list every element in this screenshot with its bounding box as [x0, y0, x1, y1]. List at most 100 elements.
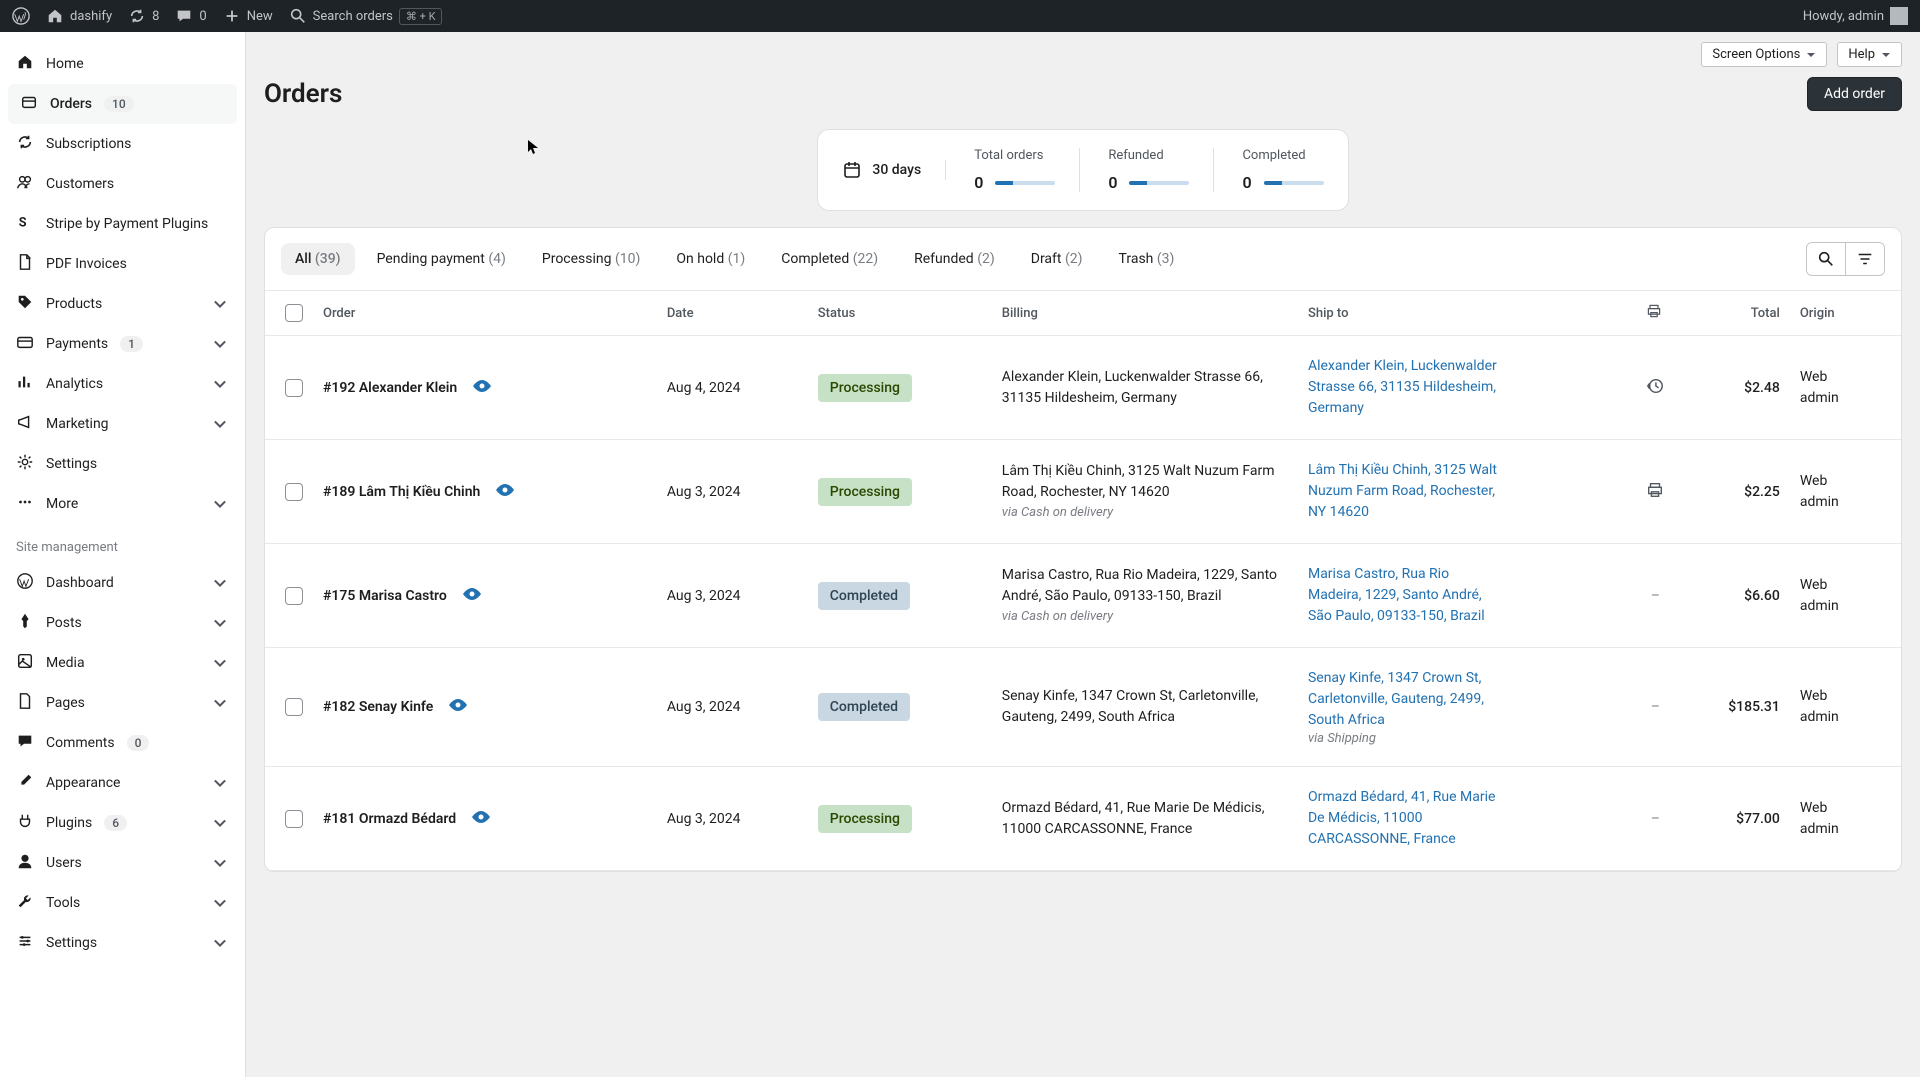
select-all-checkbox[interactable]: [285, 304, 303, 322]
row-extra-icon[interactable]: [1636, 336, 1674, 440]
order-id[interactable]: #192 Alexander Klein: [323, 380, 457, 396]
tab-on-hold[interactable]: On hold (1): [662, 243, 759, 275]
shipto-link[interactable]: Senay Kinfe, 1347 Crown St, Carletonvill…: [1308, 668, 1498, 731]
preview-icon[interactable]: [461, 587, 483, 605]
sidebar-item-media[interactable]: Media: [0, 643, 245, 683]
updates-link[interactable]: 8: [128, 7, 159, 25]
media-icon: [16, 652, 34, 674]
sidebar-item-users[interactable]: Users: [0, 843, 245, 883]
shipto-link[interactable]: Lâm Thị Kiều Chinh, 3125 Walt Nuzum Farm…: [1308, 460, 1498, 523]
shipto-link[interactable]: Ormazd Bédard, 41, Rue Marie De Médicis,…: [1308, 787, 1498, 850]
sidebar-item-plugins[interactable]: Plugins6: [0, 803, 245, 843]
tab-all[interactable]: All (39): [281, 243, 355, 275]
sidebar-item-settings[interactable]: Settings: [0, 444, 245, 484]
col-billing[interactable]: Billing: [992, 291, 1298, 336]
tag-icon: [16, 293, 34, 315]
summary-stat-label: Refunded: [1108, 148, 1189, 163]
search-button[interactable]: [1807, 243, 1845, 275]
tab-refunded[interactable]: Refunded (2): [900, 243, 1009, 275]
col-extra: [1636, 291, 1674, 336]
search-orders[interactable]: Search orders ⌘ + K: [289, 7, 443, 25]
dots-icon: [16, 493, 34, 515]
col-origin[interactable]: Origin: [1790, 291, 1901, 336]
chevron-down-icon: [211, 495, 229, 513]
col-date[interactable]: Date: [657, 291, 808, 336]
sidebar-item-label: PDF Invoices: [46, 256, 127, 272]
sidebar-item-payments[interactable]: Payments1: [0, 324, 245, 364]
sidebar-item-pages[interactable]: Pages: [0, 683, 245, 723]
sidebar-item-orders[interactable]: Orders10: [8, 84, 237, 124]
status-badge: Completed: [818, 693, 910, 721]
sidebar-item-home[interactable]: Home: [0, 44, 245, 84]
site-name-label: dashify: [70, 9, 112, 24]
sidebar-item-appearance[interactable]: Appearance: [0, 763, 245, 803]
filter-button[interactable]: [1845, 243, 1884, 275]
preview-icon[interactable]: [494, 483, 516, 501]
row-checkbox[interactable]: [285, 698, 303, 716]
order-id[interactable]: #189 Lâm Thị Kiều Chinh: [323, 484, 480, 500]
col-shipto[interactable]: Ship to: [1298, 291, 1636, 336]
preview-icon[interactable]: [447, 698, 469, 716]
order-total: $77.00: [1674, 767, 1789, 871]
tab-processing[interactable]: Processing (10): [528, 243, 655, 275]
wp-logo[interactable]: [12, 7, 30, 25]
sidebar-item-marketing[interactable]: Marketing: [0, 404, 245, 444]
sidebar-item-products[interactable]: Products: [0, 284, 245, 324]
howdy-user[interactable]: Howdy, admin: [1803, 7, 1908, 25]
row-checkbox[interactable]: [285, 379, 303, 397]
preview-icon[interactable]: [471, 379, 493, 397]
order-id[interactable]: #181 Ormazd Bédard: [323, 811, 456, 827]
order-id[interactable]: #175 Marisa Castro: [323, 588, 447, 604]
table-row[interactable]: #192 Alexander KleinAug 4, 2024Processin…: [265, 336, 1901, 440]
add-order-button[interactable]: Add order: [1807, 77, 1902, 111]
tab-trash[interactable]: Trash (3): [1105, 243, 1189, 275]
sidebar-item-comments[interactable]: Comments0: [0, 723, 245, 763]
table-row[interactable]: #189 Lâm Thị Kiều ChinhAug 3, 2024Proces…: [265, 440, 1901, 544]
sidebar-item-customers[interactable]: Customers: [0, 164, 245, 204]
row-checkbox[interactable]: [285, 587, 303, 605]
sidebar-item-settings[interactable]: Settings: [0, 923, 245, 963]
comments-link[interactable]: 0: [175, 7, 206, 25]
tab-count: (10): [615, 251, 640, 267]
row-extra-icon[interactable]: [1636, 440, 1674, 544]
shipto-link[interactable]: Marisa Castro, Rua Rio Madeira, 1229, Sa…: [1308, 564, 1498, 627]
col-order[interactable]: Order: [313, 291, 657, 336]
row-checkbox[interactable]: [285, 483, 303, 501]
status-badge: Processing: [818, 805, 912, 833]
sidebar-item-dashboard[interactable]: Dashboard: [0, 563, 245, 603]
file-icon: [16, 253, 34, 275]
table-row[interactable]: #182 Senay KinfeAug 3, 2024CompletedSena…: [265, 648, 1901, 767]
sidebar-item-pdf-invoices[interactable]: PDF Invoices: [0, 244, 245, 284]
shipto-link[interactable]: Alexander Klein, Luckenwalder Strasse 66…: [1308, 356, 1498, 419]
sidebar-item-more[interactable]: More: [0, 484, 245, 524]
billing-cell: Marisa Castro, Rua Rio Madeira, 1229, Sa…: [992, 544, 1298, 648]
billing-cell: Ormazd Bédard, 41, Rue Marie De Médicis,…: [992, 767, 1298, 871]
sidebar-item-analytics[interactable]: Analytics: [0, 364, 245, 404]
order-origin: Webadmin: [1790, 336, 1901, 440]
tab-draft[interactable]: Draft (2): [1017, 243, 1097, 275]
table-row[interactable]: #175 Marisa CastroAug 3, 2024CompletedMa…: [265, 544, 1901, 648]
col-status[interactable]: Status: [808, 291, 992, 336]
order-total: $2.25: [1674, 440, 1789, 544]
sidebar-item-subscriptions[interactable]: Subscriptions: [0, 124, 245, 164]
help-button[interactable]: Help: [1837, 42, 1902, 67]
tab-completed[interactable]: Completed (22): [767, 243, 892, 275]
sidebar-section-label: Site management: [0, 524, 245, 563]
sidebar-item-posts[interactable]: Posts: [0, 603, 245, 643]
summary-period[interactable]: 30 days: [842, 160, 946, 180]
sidebar-item-stripe-by-payment-plugins[interactable]: SStripe by Payment Plugins: [0, 204, 245, 244]
new-link[interactable]: New: [223, 7, 273, 25]
table-row[interactable]: #181 Ormazd BédardAug 3, 2024ProcessingO…: [265, 767, 1901, 871]
preview-icon[interactable]: [470, 810, 492, 828]
sidebar-item-tools[interactable]: Tools: [0, 883, 245, 923]
row-checkbox[interactable]: [285, 810, 303, 828]
col-total[interactable]: Total: [1674, 291, 1789, 336]
user-icon: [16, 852, 34, 874]
screen-options-button[interactable]: Screen Options: [1701, 42, 1827, 67]
status-badge: Processing: [818, 374, 912, 402]
order-id[interactable]: #182 Senay Kinfe: [323, 699, 433, 715]
tab-pending-payment[interactable]: Pending payment (4): [363, 243, 520, 275]
howdy-label: Howdy, admin: [1803, 9, 1884, 24]
summary-sparkline: [1129, 181, 1189, 185]
site-name[interactable]: dashify: [46, 7, 112, 25]
